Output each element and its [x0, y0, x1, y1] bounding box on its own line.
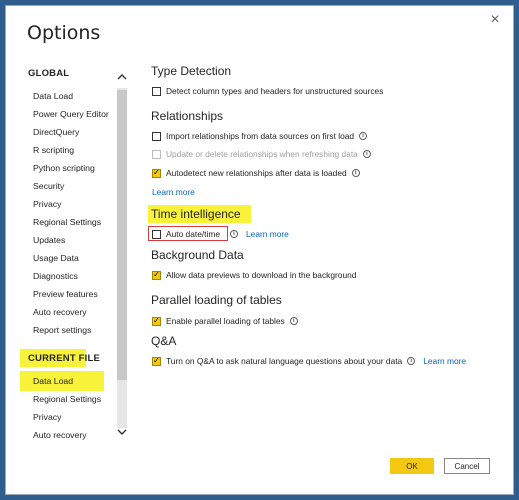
options-dialog: × Options GLOBAL Data Load Power Query E…: [6, 6, 513, 494]
checkbox[interactable]: [152, 86, 161, 96]
info-icon[interactable]: i: [289, 317, 298, 325]
cancel-button[interactable]: Cancel: [444, 458, 490, 474]
sidebar-item-auto-recovery[interactable]: Auto recovery: [33, 307, 87, 317]
section-background-data: Background Data: [151, 248, 244, 262]
relationships-learn-more[interactable]: Learn more: [152, 186, 195, 198]
scroll-thumb[interactable]: [117, 90, 127, 380]
close-icon[interactable]: ×: [487, 12, 503, 28]
sidebar-item-data-load[interactable]: Data Load: [33, 91, 73, 101]
section-qna: Q&A: [151, 334, 177, 348]
section-type-detection: Type Detection: [151, 64, 232, 78]
sidebar-item-diagnostics[interactable]: Diagnostics: [33, 271, 78, 281]
section-relationships: Relationships: [151, 109, 224, 123]
checkbox[interactable]: [152, 131, 161, 141]
option-update-relationships: Update or delete relationships when refr…: [152, 148, 371, 160]
sidebar-item-directquery[interactable]: DirectQuery: [33, 127, 79, 137]
time-intelligence-learn-more[interactable]: Learn more: [246, 229, 289, 239]
sidebar-item-security[interactable]: Security: [33, 181, 64, 191]
sidebar-item-preview-features[interactable]: Preview features: [33, 289, 98, 299]
sidebar-item-python-scripting[interactable]: Python scripting: [33, 163, 95, 173]
sidebar-item-r-scripting[interactable]: R scripting: [33, 145, 74, 155]
option-import-relationships[interactable]: Import relationships from data sources o…: [152, 130, 368, 142]
ok-button[interactable]: OK: [390, 458, 434, 474]
option-autodetect-relationships[interactable]: Autodetect new relationships after data …: [152, 167, 360, 179]
info-icon[interactable]: i: [362, 150, 371, 158]
sidebar-scrollbar[interactable]: [116, 72, 128, 443]
sidebar-item-current-privacy[interactable]: Privacy: [33, 412, 61, 422]
checkbox: [152, 149, 161, 159]
sidebar-item-report-settings[interactable]: Report settings: [33, 325, 91, 335]
option-detect-column-types[interactable]: Detect column types and headers for unst…: [152, 85, 383, 97]
sidebar-item-regional-settings[interactable]: Regional Settings: [33, 217, 101, 227]
option-parallel-loading[interactable]: Enable parallel loading of tables i: [152, 315, 298, 327]
chevron-down-icon[interactable]: [116, 427, 128, 441]
sidebar-item-updates[interactable]: Updates: [33, 235, 65, 245]
checkbox[interactable]: [152, 316, 161, 326]
sidebar-item-current-auto-recovery[interactable]: Auto recovery: [33, 430, 87, 440]
dialog-title: Options: [27, 22, 101, 44]
option-background-previews[interactable]: Allow data previews to download in the b…: [152, 269, 356, 281]
sidebar-item-privacy[interactable]: Privacy: [33, 199, 61, 209]
chevron-up-icon[interactable]: [116, 72, 128, 86]
info-icon[interactable]: i: [230, 230, 239, 238]
checkbox[interactable]: [152, 229, 161, 239]
info-icon[interactable]: i: [407, 357, 416, 365]
qna-learn-more[interactable]: Learn more: [423, 356, 466, 366]
checkbox[interactable]: [152, 168, 161, 178]
sidebar-item-power-query-editor[interactable]: Power Query Editor: [33, 109, 109, 119]
global-heading: GLOBAL: [28, 68, 70, 79]
sidebar-item-usage-data[interactable]: Usage Data: [33, 253, 79, 263]
current-file-heading: CURRENT FILE: [28, 353, 101, 364]
sidebar-item-current-regional-settings[interactable]: Regional Settings: [33, 394, 101, 404]
info-icon[interactable]: i: [351, 169, 360, 177]
info-icon[interactable]: i: [359, 132, 368, 140]
sidebar-item-current-data-load[interactable]: Data Load: [33, 376, 73, 386]
option-auto-date-time[interactable]: Auto date/time i Learn more: [152, 228, 289, 240]
section-parallel-loading: Parallel loading of tables: [151, 293, 282, 307]
option-qna[interactable]: Turn on Q&A to ask natural language ques…: [152, 355, 466, 367]
checkbox[interactable]: [152, 270, 161, 280]
checkbox[interactable]: [152, 356, 161, 366]
section-time-intelligence: Time intelligence: [151, 207, 241, 221]
